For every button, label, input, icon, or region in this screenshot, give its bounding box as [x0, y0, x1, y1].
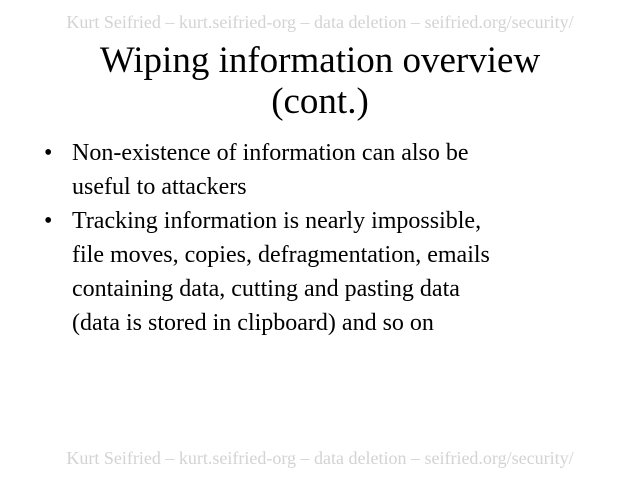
- title-line-2: (cont.): [271, 81, 369, 122]
- slide-footer: Kurt Seifried – kurt.seifried-org – data…: [66, 448, 574, 468]
- slide-header: Kurt Seifried – kurt.seifried-org – data…: [66, 12, 574, 32]
- slide-title: Wiping information overview (cont.): [0, 40, 640, 122]
- bullet-1-line-2: useful to attackers: [72, 174, 247, 200]
- slide: Kurt Seifried – kurt.seifried-org – data…: [0, 0, 640, 480]
- bullet-2-line-3: containing data, cutting and pasting dat…: [72, 276, 460, 302]
- bullet-2-line-2: file moves, copies, defragmentation, ema…: [72, 242, 490, 268]
- title-line-1: Wiping information overview: [99, 40, 541, 81]
- bullet-2-line-4: (data is stored in clipboard) and so on: [72, 310, 434, 336]
- bullet-2-line-1: Tracking information is nearly impossibl…: [72, 208, 482, 234]
- bullet-list: • Non-existence of information can also …: [44, 136, 604, 340]
- bullet-item-1: • Non-existence of information can also …: [44, 136, 604, 204]
- bullet-item-2: • Tracking information is nearly impossi…: [44, 204, 604, 340]
- bullet-icon: •: [44, 140, 53, 166]
- bullet-1-line-1: Non-existence of information can also be: [72, 140, 469, 166]
- bullet-icon: •: [44, 208, 53, 234]
